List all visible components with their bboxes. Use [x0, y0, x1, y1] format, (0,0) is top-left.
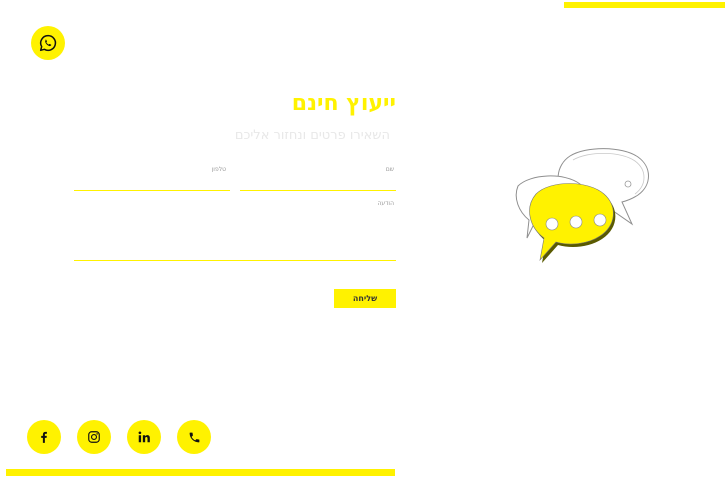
linkedin-button[interactable]	[127, 420, 161, 454]
phone-field[interactable]	[74, 172, 230, 191]
facebook-icon	[41, 431, 47, 443]
bottom-accent-bar	[6, 469, 395, 476]
form-title: ייעוץ חינם	[291, 91, 396, 116]
whatsapp-icon	[39, 34, 57, 52]
phone-icon	[189, 432, 199, 442]
top-accent-bar	[564, 2, 725, 8]
whatsapp-button[interactable]	[31, 26, 65, 60]
name-field[interactable]	[240, 172, 396, 191]
chat-bubbles-icon	[515, 148, 649, 263]
phone-button[interactable]	[177, 420, 211, 454]
message-field[interactable]	[74, 206, 396, 261]
linkedin-icon	[138, 431, 150, 443]
instagram-icon	[88, 431, 100, 443]
send-button[interactable]: שליחה	[334, 289, 396, 308]
form-subtitle: השאירו פרטים ונחזור אליכם	[234, 128, 390, 143]
facebook-button[interactable]	[27, 420, 61, 454]
instagram-button[interactable]	[77, 420, 111, 454]
